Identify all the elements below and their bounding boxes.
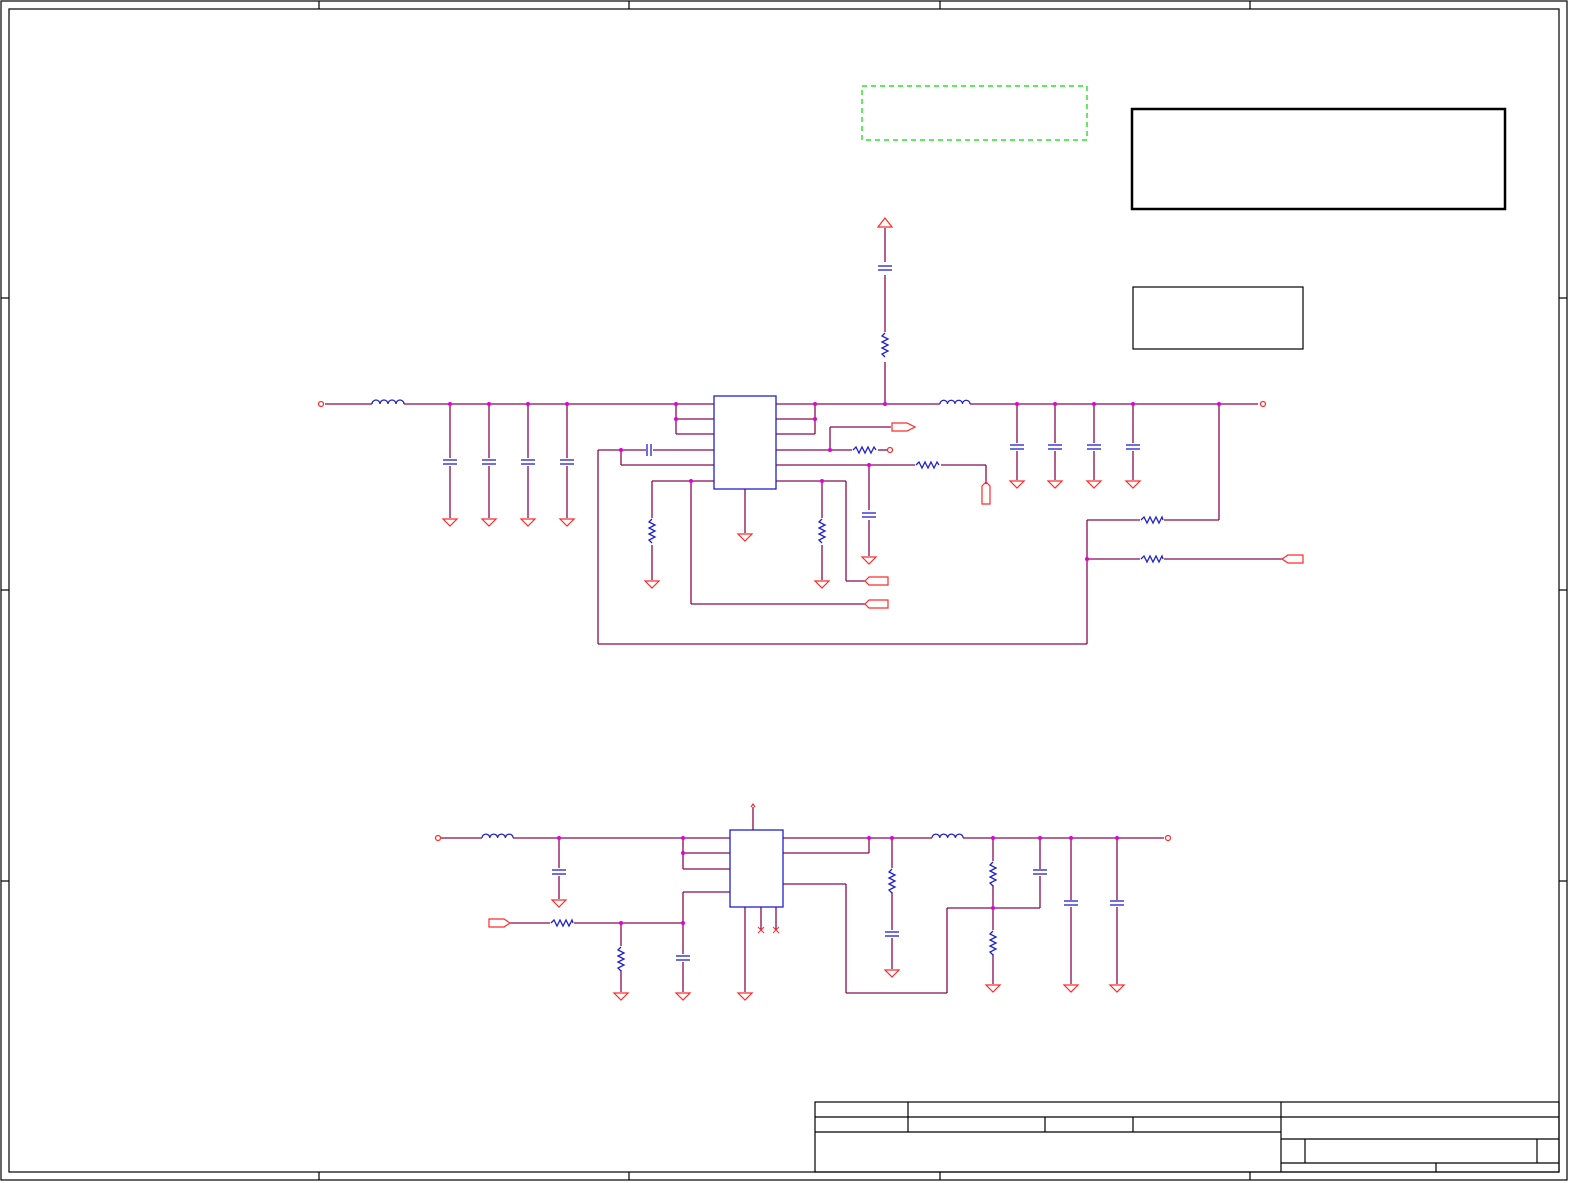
feedback-resistor-top	[1140, 515, 1164, 525]
sense-resistor	[915, 460, 940, 470]
lower-feedback-resistor-bottom	[988, 930, 998, 956]
lower-output-inductor	[931, 833, 964, 839]
lower-supply-arrow	[750, 802, 756, 808]
snubber-resistor	[880, 332, 890, 358]
sheet-frame	[0, 0, 1568, 1181]
lower-input-terminal	[434, 834, 442, 842]
output-capacitors	[1010, 444, 1140, 450]
upper-ground-symbols	[441, 480, 1142, 589]
output-inductor	[939, 399, 971, 405]
lower-regulator-ic	[729, 829, 784, 908]
lower-output-terminal	[1164, 834, 1172, 842]
revision-box	[1132, 286, 1304, 350]
upper-regulator-circuit	[325, 228, 1282, 645]
dashed-note-box	[861, 85, 1088, 141]
snubber-capacitor	[878, 265, 892, 271]
lower-enable-resistor	[550, 918, 574, 928]
input-capacitors	[443, 459, 574, 465]
enable-resistor	[852, 445, 877, 455]
supply-arrow-symbol	[876, 217, 894, 228]
notes-box	[1130, 107, 1507, 211]
frequency-resistor	[647, 518, 657, 544]
feedback-resistor-bottom	[1140, 554, 1164, 564]
title-block	[814, 1101, 1560, 1173]
lower-ground-symbols	[550, 899, 1126, 1001]
lower-junctions	[557, 836, 1119, 925]
bootstrap-capacitor	[646, 444, 652, 456]
soft-start-capacitor	[862, 512, 876, 518]
lower-enable-port	[488, 918, 512, 928]
schematic-canvas	[0, 0, 1568, 1181]
lower-pulldown-resistor	[616, 946, 626, 972]
lower-input-inductor	[481, 833, 514, 839]
enable-terminal	[886, 446, 894, 454]
input-terminal	[317, 400, 325, 408]
lower-feedback-resistor-top	[988, 861, 998, 887]
output-terminal	[1259, 400, 1267, 408]
lower-snubber-resistor	[887, 868, 897, 894]
upper-port-symbols	[864, 422, 1304, 609]
lower-regulator-circuit	[441, 807, 1164, 994]
input-inductor	[371, 399, 405, 405]
compensation-resistor	[817, 518, 827, 544]
schematic-sheet	[0, 0, 1572, 1183]
upper-regulator-ic	[713, 395, 777, 490]
